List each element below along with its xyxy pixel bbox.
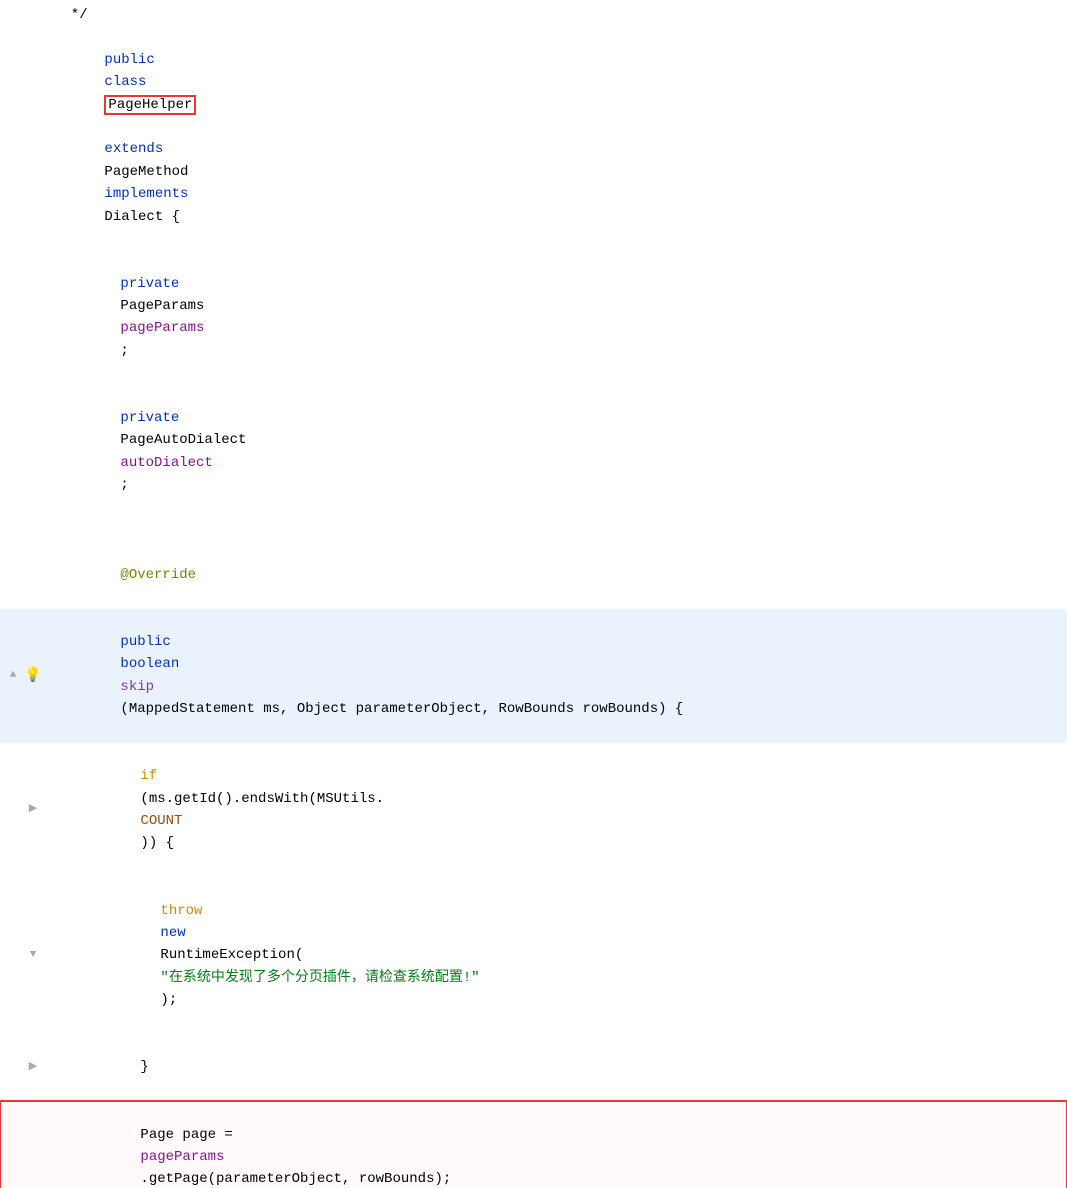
code-text: RuntimeException( bbox=[160, 947, 303, 963]
line-content bbox=[50, 519, 1067, 541]
line-content: */ bbox=[50, 4, 1067, 26]
gutter-icon bbox=[24, 443, 42, 461]
code-text: PageParams bbox=[120, 298, 212, 314]
line-gutter: ▶ bbox=[0, 1059, 50, 1077]
keyword-throw: throw bbox=[160, 903, 210, 919]
code-line: public class PageHelper extends PageMeth… bbox=[0, 26, 1067, 250]
field-ref: pageParams bbox=[140, 1149, 224, 1165]
line-content: private PageParams pageParams ; bbox=[50, 250, 1067, 384]
line-content: } bbox=[50, 1034, 1067, 1101]
keyword-public: public bbox=[120, 634, 179, 650]
keyword-extends: extends bbox=[104, 141, 171, 157]
field-name: autoDialect bbox=[120, 455, 212, 471]
code-line: @Override bbox=[0, 541, 1067, 608]
field-name: pageParams bbox=[120, 320, 204, 336]
method-name: skip bbox=[120, 679, 154, 695]
code-text: } bbox=[140, 1059, 148, 1075]
code-text: ); bbox=[160, 992, 177, 1008]
keyword-public: public bbox=[104, 52, 163, 68]
arrow-down-icon: ▼ bbox=[24, 947, 42, 965]
gutter-icon bbox=[24, 566, 42, 584]
line-gutter: ▶ bbox=[0, 801, 50, 819]
line-gutter bbox=[0, 566, 50, 584]
code-text bbox=[104, 119, 112, 135]
code-line bbox=[0, 519, 1067, 541]
line-gutter: ▲ 💡 bbox=[0, 667, 50, 685]
code-line: */ bbox=[0, 4, 1067, 26]
code-line: ▶ } bbox=[0, 1034, 1067, 1101]
line-gutter: ▼ bbox=[0, 947, 50, 965]
code-text: )) { bbox=[140, 835, 174, 851]
gutter-icon bbox=[24, 1148, 42, 1166]
line-gutter bbox=[0, 129, 50, 147]
line-gutter bbox=[0, 1148, 50, 1166]
gutter-icon bbox=[24, 308, 42, 326]
line-gutter bbox=[0, 6, 50, 24]
code-line-method-sig: ▲ 💡 public boolean skip (MappedStatement… bbox=[0, 609, 1067, 743]
code-text: .getPage(parameterObject, rowBounds); bbox=[140, 1171, 451, 1187]
code-text: (MappedStatement ms, Object parameterObj… bbox=[120, 701, 683, 717]
code-line-highlighted: Page page = pageParams .getPage(paramete… bbox=[0, 1101, 1067, 1188]
code-text: ; bbox=[120, 343, 128, 359]
keyword-private: private bbox=[120, 276, 187, 292]
line-content: if (ms.getId().endsWith(MSUtils. COUNT )… bbox=[50, 743, 1067, 877]
line-gutter bbox=[0, 308, 50, 326]
keyword-class: class bbox=[104, 74, 154, 90]
string-literal: "在系统中发现了多个分页插件，请检查系统配置!" bbox=[160, 970, 479, 986]
annotation: @Override bbox=[120, 567, 196, 583]
arrow-up-icon: ▲ bbox=[4, 667, 22, 685]
line-content: throw new RuntimeException( "在系统中发现了多个分页… bbox=[50, 877, 1067, 1034]
code-text: Page page = bbox=[140, 1127, 241, 1143]
code-editor: */ public class PageHelper extends PageM… bbox=[0, 0, 1067, 1188]
constant-count: COUNT bbox=[140, 813, 182, 829]
arrow-icon: ▶ bbox=[24, 1059, 42, 1077]
line-gutter bbox=[0, 443, 50, 461]
code-text: ; bbox=[120, 477, 128, 493]
line-content: private PageAutoDialect autoDialect ; bbox=[50, 385, 1067, 519]
code-line: private PageParams pageParams ; bbox=[0, 250, 1067, 384]
keyword-boolean: boolean bbox=[120, 656, 187, 672]
class-name: PageHelper bbox=[104, 95, 196, 115]
code-text: (ms.getId().endsWith(MSUtils. bbox=[140, 791, 384, 807]
code-line-throw: ▼ throw new RuntimeException( "在系统中发现了多个… bbox=[0, 877, 1067, 1034]
gutter-icon bbox=[24, 129, 42, 147]
code-line: private PageAutoDialect autoDialect ; bbox=[0, 385, 1067, 519]
line-content: @Override bbox=[50, 541, 1067, 608]
lightbulb-icon[interactable]: 💡 bbox=[24, 667, 42, 685]
keyword-new: new bbox=[160, 925, 194, 941]
keyword-if: if bbox=[140, 768, 165, 784]
keyword-implements: implements bbox=[104, 186, 196, 202]
code-text: PageMethod bbox=[104, 164, 196, 180]
code-text: Dialect { bbox=[104, 209, 180, 225]
line-content: public boolean skip (MappedStatement ms,… bbox=[50, 609, 1067, 743]
code-text: PageAutoDialect bbox=[120, 432, 254, 448]
line-content: public class PageHelper extends PageMeth… bbox=[50, 26, 1067, 250]
gutter-icon bbox=[24, 6, 42, 24]
code-line: ▶ if (ms.getId().endsWith(MSUtils. COUNT… bbox=[0, 743, 1067, 877]
keyword-private: private bbox=[120, 410, 187, 426]
line-content: Page page = pageParams .getPage(paramete… bbox=[50, 1101, 1067, 1188]
arrow-right-icon: ▶ bbox=[24, 801, 42, 819]
